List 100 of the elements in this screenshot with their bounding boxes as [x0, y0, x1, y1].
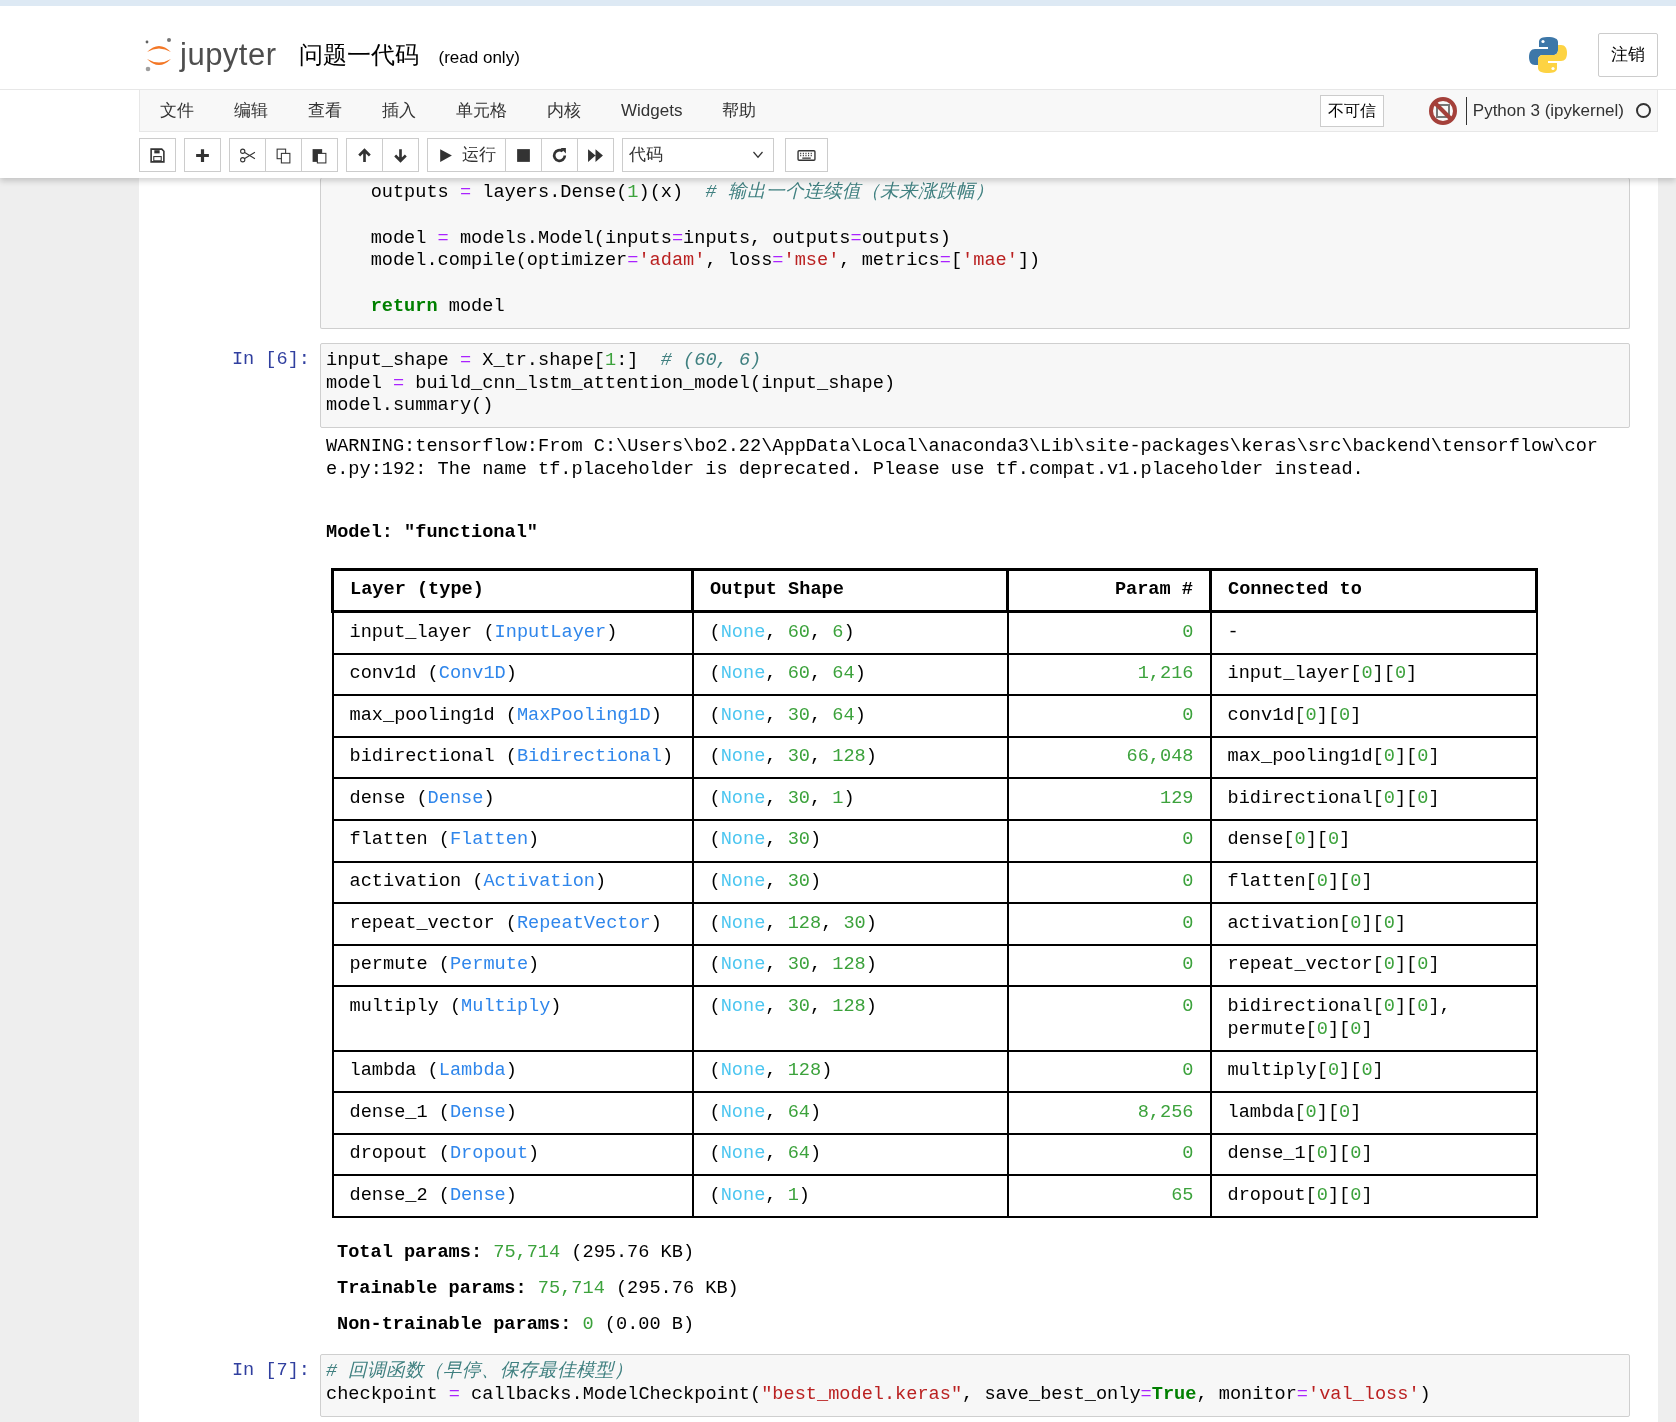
table-cell: bidirectional[0][0], permute[0][0]	[1210, 986, 1537, 1051]
table-cell: (None, 60, 64)	[692, 653, 1008, 696]
run-button[interactable]: 运行	[427, 138, 506, 172]
table-cell: dense (Dense)	[332, 778, 693, 821]
arrow-down-icon	[392, 146, 409, 164]
table-cell: 0	[1007, 1050, 1211, 1093]
column-header: Param #	[1007, 569, 1211, 612]
table-cell: bidirectional (Bidirectional)	[332, 736, 693, 779]
save-button[interactable]	[139, 138, 176, 172]
table-cell: 0	[1007, 903, 1211, 945]
table-cell: 0	[1007, 861, 1211, 904]
paste-icon	[311, 146, 328, 164]
table-cell: 0	[1007, 944, 1211, 987]
code-line: model.compile(optimizer='adam', loss='mse', metrics=['mae'])	[369, 250, 1042, 274]
table-cell: input_layer (InputLayer)	[332, 611, 693, 654]
table-cell: 0	[1007, 611, 1211, 654]
menu-item[interactable]: 文件	[140, 97, 214, 124]
column-header: Layer (type)	[332, 569, 693, 612]
keyboard-button[interactable]	[785, 138, 828, 172]
arrow-up-icon	[356, 146, 373, 164]
table-cell: 8,256	[1007, 1092, 1211, 1134]
menu-item[interactable]: 帮助	[702, 97, 777, 124]
python-logo-icon	[1528, 35, 1568, 75]
code-cell-input[interactable]: input_shape = X_tr.shape[1:] # (60, 6) model = build_cnn_lstm_attention_model(input_shape) model.summary()	[320, 342, 1630, 429]
table-cell: max_pooling1d (MaxPooling1D)	[332, 695, 693, 737]
play-icon	[437, 146, 454, 164]
notebook-title: 问题一代码	[298, 40, 419, 70]
table-cell: dense_1[0][0]	[1210, 1133, 1537, 1176]
table-cell: (None, 60, 6)	[692, 611, 1008, 654]
restart-icon	[551, 146, 568, 164]
menu-item[interactable]: 内核	[527, 97, 601, 124]
table-cell: (None, 128, 30)	[692, 903, 1008, 945]
move-down-button[interactable]	[382, 138, 419, 172]
code-line: input_shape = X_tr.shape[1:] # (60, 6)	[326, 349, 763, 373]
table-cell: repeat_vector[0][0]	[1210, 944, 1537, 987]
cell-type-dropdown[interactable]: 代码	[622, 138, 774, 172]
table-cell: 65	[1007, 1175, 1211, 1218]
paste-button[interactable]	[301, 138, 338, 172]
stop-icon	[515, 146, 532, 164]
restart-button[interactable]	[541, 138, 578, 172]
table-cell: (None, 64)	[692, 1133, 1008, 1176]
read-only-note: (read only)	[438, 47, 520, 70]
jupyter-logo-icon[interactable]	[144, 36, 174, 74]
kernel-name[interactable]: Python 3 (ipykernel)	[1465, 96, 1624, 125]
table-cell: dense_2 (Dense)	[332, 1175, 693, 1218]
table-cell: max_pooling1d[0][0]	[1210, 736, 1537, 779]
param-summary-line: Total params: 75,714 (295.76 KB)	[337, 1242, 696, 1265]
table-cell: repeat_vector (RepeatVector)	[332, 903, 693, 945]
table-cell: dropout (Dropout)	[332, 1133, 693, 1176]
table-cell: 0	[1007, 695, 1211, 737]
table-cell: dense[0][0]	[1210, 820, 1537, 862]
cell-prompt: In [6]:	[230, 347, 311, 372]
code-line: checkpoint = callbacks.ModelCheckpoint("best_model.keras", save_best_only=True, monitor='val_loss')	[326, 1384, 1432, 1407]
save-icon	[149, 146, 166, 164]
column-header: Connected to	[1210, 569, 1537, 612]
table-cell: (None, 30)	[692, 820, 1008, 862]
logo-text[interactable]: jupyter	[180, 31, 277, 79]
param-summary-line: Non-trainable params: 0 (0.00 B)	[337, 1313, 696, 1337]
table-cell: (None, 128)	[692, 1050, 1008, 1093]
menu-item[interactable]: 单元格	[436, 97, 527, 124]
menu-item[interactable]: Widgets	[601, 97, 703, 124]
table-cell: multiply[0][0]	[1210, 1050, 1537, 1093]
table-cell: permute (Permute)	[332, 944, 693, 987]
menu-item[interactable]: 插入	[362, 97, 436, 124]
table-cell: activation (Activation)	[332, 861, 693, 904]
table-cell: (None, 30, 128)	[692, 986, 1008, 1051]
code-line: outputs = layers.Dense(1)(x) # 输出一个连续值（未来涨跌幅）	[369, 182, 995, 205]
cut-button[interactable]	[229, 138, 266, 172]
table-cell: flatten[0][0]	[1210, 861, 1537, 904]
column-header: Output Shape	[692, 569, 1008, 612]
copy-button[interactable]	[265, 138, 302, 172]
stop-button[interactable]	[505, 138, 542, 172]
trust-badge[interactable]: 不可信	[1319, 94, 1384, 127]
table-cell: conv1d[0][0]	[1210, 695, 1537, 737]
table-cell: 0	[1007, 1133, 1211, 1176]
scissors-icon	[239, 146, 256, 164]
run-all-button[interactable]	[577, 138, 614, 172]
menu-item[interactable]: 查看	[288, 97, 362, 124]
table-cell: bidirectional[0][0]	[1210, 778, 1537, 821]
table-cell: 66,048	[1007, 736, 1211, 779]
code-line: # 回调函数（早停、保存最佳模型）	[326, 1361, 635, 1385]
plus-icon	[194, 146, 211, 164]
menu-item[interactable]: 编辑	[214, 97, 288, 124]
cell-prompt: In [7]:	[230, 1359, 311, 1384]
code-cell-input[interactable]: # 回调函数（早停、保存最佳模型） checkpoint = callbacks.ModelCheckpoint("best_model.keras", save_best_only=True, monitor='val_loss')	[320, 1354, 1630, 1417]
table-cell: lambda[0][0]	[1210, 1092, 1537, 1134]
model-title: Model: "functional"	[326, 521, 539, 545]
move-up-button[interactable]	[346, 138, 383, 172]
table-cell: (None, 30, 128)	[692, 944, 1008, 987]
table-cell: (None, 30, 128)	[692, 736, 1008, 779]
param-summary-line: Trainable params: 75,714 (295.76 KB)	[337, 1277, 740, 1301]
logout-button[interactable]: 注销	[1598, 33, 1658, 77]
table-cell: (None, 30)	[692, 861, 1008, 904]
table-cell: 0	[1007, 820, 1211, 862]
table-cell: input_layer[0][0]	[1210, 653, 1537, 696]
copy-icon	[275, 146, 292, 164]
code-line: model = models.Model(inputs=inputs, outputs=outputs)	[369, 227, 952, 251]
code-line: model = build_cnn_lstm_attention_model(input_shape)	[326, 372, 897, 396]
code-line: return model	[369, 296, 506, 319]
add-cell-button[interactable]	[184, 138, 221, 172]
